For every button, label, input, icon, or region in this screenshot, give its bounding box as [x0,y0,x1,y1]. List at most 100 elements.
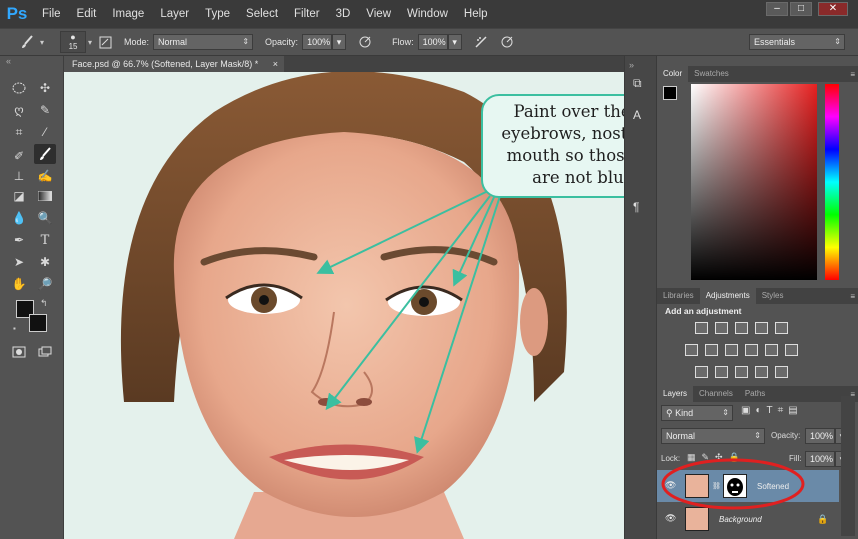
blur-tool-icon[interactable]: 💧 [8,208,30,228]
history-brush-tool-icon[interactable]: ✍ [34,166,56,186]
mode-select[interactable]: Normal ⇕ [153,34,254,50]
crop-tool-icon[interactable]: ⌗ [8,122,30,142]
menu-image[interactable]: Image [104,0,152,28]
dodge-tool-icon[interactable]: 🔍 [34,208,56,228]
custom-shape-tool-icon[interactable]: ✱ [34,252,56,272]
gradient-tool-icon[interactable] [34,186,56,206]
blend-mode-select[interactable]: Normal ⇕ [661,428,765,444]
brush-panel-icon[interactable] [96,33,114,51]
menu-view[interactable]: View [358,0,399,28]
layer-opacity-input[interactable]: 100% [805,428,835,444]
photo-filter-adjustment-icon[interactable] [745,344,758,356]
tab-styles[interactable]: Styles [756,288,790,304]
workspace-select[interactable]: Essentials ⇕ [749,34,845,50]
expand-icon[interactable]: » [629,60,634,70]
path-selection-tool-icon[interactable]: ➤ [8,252,30,272]
selective-color-adjustment-icon[interactable] [755,366,768,378]
tab-layers[interactable]: Layers [657,386,694,402]
tab-libraries[interactable]: Libraries [657,288,700,304]
swap-colors-icon[interactable]: ↰ [40,298,48,309]
healing-brush-tool-icon[interactable]: ✐ [8,146,30,166]
menu-edit[interactable]: Edit [69,0,105,28]
channel-mixer-adjustment-icon[interactable] [765,344,778,356]
background-color-swatch[interactable] [29,314,47,332]
menu-help[interactable]: Help [456,0,496,28]
opacity-dropdown[interactable]: ▾ [332,34,347,50]
quick-mask-icon[interactable] [8,342,30,362]
panel-menu-icon[interactable]: ≡ [850,292,858,301]
pressure-size-icon[interactable] [498,33,516,51]
layer-filter-icons[interactable]: ▣◐T⌗▤ [741,405,803,416]
panel-menu-icon[interactable]: ≡ [850,70,858,79]
close-tab-icon[interactable]: × [273,56,278,72]
tab-adjustments[interactable]: Adjustments [699,288,756,304]
opacity-input[interactable]: 100% [302,34,333,50]
menu-3d[interactable]: 3D [328,0,359,28]
layer-filter-select[interactable]: ⚲ Kind ⇕ [661,405,733,421]
menu-layer[interactable]: Layer [152,0,197,28]
tab-paths[interactable]: Paths [739,386,771,402]
exposure-adjustment-icon[interactable] [755,322,768,334]
flow-dropdown[interactable]: ▾ [447,34,462,50]
layer-name[interactable]: Background [719,515,762,524]
color-balance-adjustment-icon[interactable] [705,344,718,356]
document-tab[interactable]: Face.psd @ 66.7% (Softened, Layer Mask/8… [64,56,284,72]
paragraph-panel-icon[interactable]: ¶ [633,200,639,214]
airbrush-icon[interactable] [472,33,490,51]
marquee-tool-icon[interactable] [8,78,30,98]
tab-color[interactable]: Color [657,66,689,82]
color-fg-swatch[interactable] [663,86,677,100]
curves-adjustment-icon[interactable] [735,322,748,334]
invert-adjustment-icon[interactable] [695,366,708,378]
brightness-adjustment-icon[interactable] [695,322,708,334]
zoom-tool-icon[interactable]: 🔎 [34,274,56,294]
hand-tool-icon[interactable]: ✋ [8,274,30,294]
move-tool-icon[interactable]: ✣ [34,78,56,98]
hue-saturation-adjustment-icon[interactable] [685,344,698,356]
black-white-adjustment-icon[interactable] [725,344,738,356]
pressure-opacity-icon[interactable] [356,33,374,51]
gradient-map-adjustment-icon[interactable] [775,366,788,378]
close-button[interactable]: ✕ [818,2,848,16]
maximize-button[interactable]: □ [790,2,812,16]
visibility-eye-icon[interactable]: 👁 [665,513,676,524]
threshold-adjustment-icon[interactable] [735,366,748,378]
brush-preset-picker[interactable]: ● 15 [60,31,87,53]
layers-scrollbar[interactable] [841,396,855,536]
layer-name[interactable]: Softened [757,482,789,491]
lock-icons[interactable]: ▦✎✣🔒 [687,452,746,463]
visibility-eye-icon[interactable]: 👁 [665,480,676,491]
layer-row-background[interactable]: 👁 Background 🔒 [657,503,839,535]
tab-swatches[interactable]: Swatches [688,66,735,82]
menu-type[interactable]: Type [197,0,238,28]
color-lookup-adjustment-icon[interactable] [785,344,798,356]
brush-tool-icon[interactable] [18,33,36,51]
tab-channels[interactable]: Channels [693,386,739,402]
color-field[interactable] [691,84,817,280]
posterize-adjustment-icon[interactable] [715,366,728,378]
minimize-button[interactable]: – [766,2,788,16]
pen-tool-icon[interactable]: ✒ [8,230,30,250]
layer-mask-thumbnail[interactable] [723,474,747,498]
hue-slider[interactable] [825,84,839,280]
screen-mode-icon[interactable] [34,342,56,362]
collapse-icon[interactable]: « [6,56,11,66]
character-panel-icon[interactable]: A [633,108,641,122]
eyedropper-tool-icon[interactable]: ⁄ [34,122,56,142]
history-panel-icon[interactable]: ⧉ [633,76,642,91]
clone-stamp-tool-icon[interactable]: ⊥ [8,166,30,186]
brush-tool-icon[interactable] [34,144,56,164]
menu-window[interactable]: Window [399,0,456,28]
chain-link-icon[interactable]: ⛓ [712,482,721,490]
menu-file[interactable]: File [34,0,69,28]
menu-select[interactable]: Select [238,0,286,28]
default-colors-icon[interactable]: ▪ [13,324,16,333]
layer-row-softened[interactable]: 👁 ⛓ Softened [657,470,839,502]
vibrance-adjustment-icon[interactable] [775,322,788,334]
lasso-tool-icon[interactable]: ღ [8,100,30,120]
quick-selection-tool-icon[interactable]: ✎ [34,100,56,120]
fill-input[interactable]: 100% [805,451,835,467]
levels-adjustment-icon[interactable] [715,322,728,334]
menu-filter[interactable]: Filter [286,0,328,28]
type-tool-icon[interactable]: T [34,230,56,250]
